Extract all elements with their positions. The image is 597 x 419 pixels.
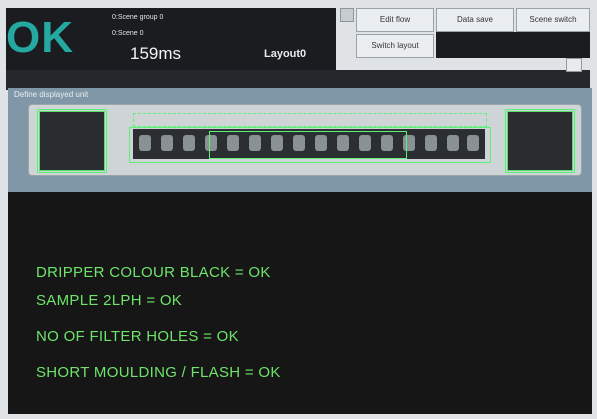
inspection-results-panel: DRIPPER COLOUR BLACK = OK SAMPLE 2LPH = … xyxy=(8,192,592,414)
scene-group-label: 0:Scene group 0 xyxy=(112,14,164,21)
edit-flow-button[interactable]: Edit flow xyxy=(356,8,434,32)
image-toolbar-strip xyxy=(6,70,590,90)
result-filter-holes: NO OF FILTER HOLES = OK xyxy=(36,328,239,345)
toolbar-empty-area xyxy=(436,32,590,58)
scene-switch-button[interactable]: Scene switch xyxy=(516,8,590,32)
data-save-button[interactable]: Data save xyxy=(436,8,514,32)
detection-region-top-markers xyxy=(133,113,487,127)
layout-label: Layout0 xyxy=(264,48,307,60)
judgement-result: OK xyxy=(6,13,74,62)
vision-controller-screen: OK 0:Scene group 0 0:Scene 0 159ms Layou… xyxy=(0,0,597,419)
camera-image-panel: Define displayed unit xyxy=(8,88,592,192)
result-dripper-colour: DRIPPER COLOUR BLACK = OK xyxy=(36,264,271,281)
detection-region-left xyxy=(37,109,107,173)
result-sample-2lph: SAMPLE 2LPH = OK xyxy=(36,292,183,309)
detection-region-right xyxy=(505,109,575,173)
result-short-moulding: SHORT MOULDING / FLASH = OK xyxy=(36,364,281,381)
panel-title: Define displayed unit xyxy=(14,90,89,99)
scene-label: 0:Scene 0 xyxy=(112,30,144,37)
status-bar: OK 0:Scene group 0 0:Scene 0 159ms Layou… xyxy=(6,8,336,70)
user-icon[interactable] xyxy=(566,58,582,72)
processing-time: 159ms xyxy=(130,44,182,63)
switch-layout-button[interactable]: Switch layout xyxy=(356,34,434,58)
inspected-dripper-part xyxy=(28,104,582,176)
layout-toggle-icon[interactable] xyxy=(340,8,354,22)
detection-region-center xyxy=(209,131,407,159)
